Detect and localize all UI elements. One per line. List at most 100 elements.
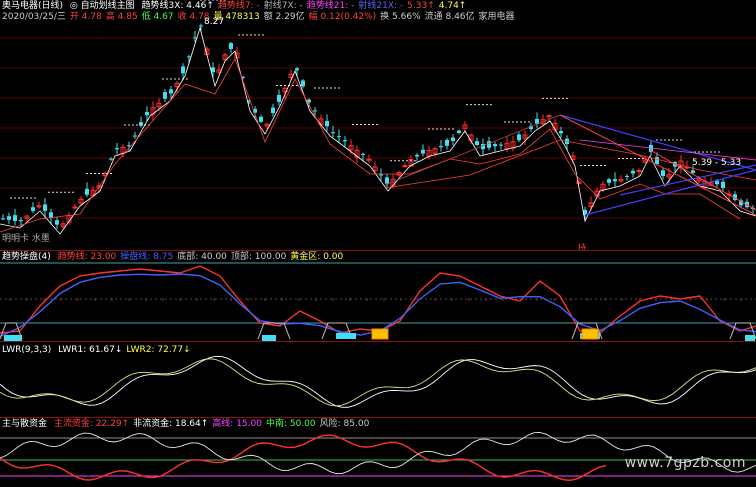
candle-body <box>366 158 372 161</box>
candle-body <box>295 68 299 71</box>
gold-zone-block <box>581 328 599 340</box>
candle-body <box>271 107 275 114</box>
lwr-header: LWR(9,3,3) LWR1: 61.67↓ LWR2: 72.77↓ <box>2 345 199 356</box>
candle-body <box>133 135 137 137</box>
candle-body <box>415 154 419 157</box>
legend-item: 趋势线21: - <box>306 1 355 11</box>
indicator-name: ◎ 自动划线主图 <box>69 1 135 11</box>
candle-body <box>109 158 113 160</box>
candle-body <box>277 94 281 102</box>
candle-body <box>163 92 167 99</box>
legend-item: LWR2: 72.77↓ <box>126 345 191 355</box>
trend-chart[interactable] <box>0 251 756 341</box>
candle-body <box>343 140 347 142</box>
legend-item: 非流资金: 18.64↑ <box>133 419 209 429</box>
candlestick-chart[interactable] <box>0 0 756 250</box>
legend-item: 趋势线: 23.00 <box>57 252 117 262</box>
legend-item: 射线21X: - <box>358 1 404 11</box>
candle-body <box>19 219 23 222</box>
candle-body <box>145 112 149 116</box>
candle-body <box>31 207 35 211</box>
candle-body <box>115 148 119 150</box>
legend-item: 家用电器 <box>478 12 515 22</box>
legend-item: 换 5.66% <box>380 12 421 22</box>
main-chart-panel[interactable]: 奥马电器(日线) ◎ 自动划线主图 趋势线3X: 4.46↑ 趋势线7: - 射线7… <box>0 0 756 252</box>
trend-line-3x <box>0 26 756 235</box>
candle-body <box>661 170 665 176</box>
candle-body <box>439 146 443 148</box>
bar-info-line: 2020/03/25/三开 4.78 高 4.85 低 4.67 收 4.78 量 47… <box>2 12 519 23</box>
candle-body <box>259 116 263 122</box>
legend-item: 额 2.29亿 <box>263 12 305 22</box>
candle-body <box>313 110 317 112</box>
candle-body <box>85 188 89 195</box>
legend-item: 风险: 85.00 <box>319 419 370 429</box>
bottom-zone-bar <box>336 333 356 339</box>
lwr-title: LWR(9,3,3) <box>2 345 52 355</box>
watermark: www.7gpzb.com <box>624 455 746 471</box>
candle-body <box>337 136 341 138</box>
candle-body <box>36 205 42 208</box>
candle-body <box>636 170 642 172</box>
candle-body <box>379 174 383 176</box>
main-capital-line <box>0 434 607 481</box>
candle-body <box>169 89 173 94</box>
price-high-label: 8.27 <box>204 17 225 27</box>
candle-body <box>331 132 335 134</box>
legend-item: 幅 0.12(0.42%) <box>308 12 377 22</box>
legend-item: 2020/03/25/三 <box>2 12 66 22</box>
capital-panel[interactable]: 主与散资金 主流资金: 22.29↑ 非流资金: 18.64↑ 高线: 15.00 中… <box>0 418 756 487</box>
candle-body <box>13 215 17 221</box>
candle-body <box>475 141 479 145</box>
legend-item: 高线: 15.00 <box>212 419 262 429</box>
legend-item: 黄金区: 0.00 <box>290 252 344 262</box>
candle-body <box>559 131 563 134</box>
lwr-panel[interactable]: LWR(9,3,3) LWR1: 61.67↓ LWR2: 72.77↓ <box>0 342 756 417</box>
gold-zone-block <box>371 328 389 340</box>
candle-body <box>7 216 11 220</box>
trend-title: 趋势操盘(4) <box>2 252 51 262</box>
candle-body <box>385 177 389 184</box>
candle-body <box>181 66 185 74</box>
candle-body <box>421 149 425 154</box>
candle-body <box>625 175 629 177</box>
operation-line <box>0 273 756 337</box>
legend-item: 开 4.78 <box>69 12 102 22</box>
candle-body <box>499 144 503 146</box>
candle-body <box>721 181 725 188</box>
candle-body <box>325 120 329 127</box>
candle-body <box>402 165 408 168</box>
candle-body <box>55 220 59 225</box>
candle-body <box>1 218 5 220</box>
candle-body <box>493 144 497 147</box>
candle-body <box>655 157 659 164</box>
candle-body <box>487 141 491 148</box>
legend-item: 射线7X: - <box>263 1 303 11</box>
legend-item: 趋势线3X: 4.46↑ <box>141 1 214 11</box>
legend-item: LWR1: 61.67↓ <box>58 345 123 355</box>
legend-item: 高 4.85 <box>105 12 138 22</box>
lwr2-line <box>0 358 756 407</box>
candle-body <box>361 153 365 155</box>
candle-body <box>187 56 191 58</box>
right-price-label: 5.39 - 5.33 <box>692 158 742 168</box>
trend-header: 趋势操盘(4) 趋势线: 23.00 操盘线: 8.75 底部: 40.00 顶部: … <box>2 252 351 263</box>
candle-body <box>631 170 635 174</box>
legend-item: 趋势线7: - <box>217 1 260 11</box>
capital-header: 主与散资金 主流资金: 22.29↑ 非流资金: 18.64↑ 高线: 15.00 中… <box>2 419 377 430</box>
trend-panel[interactable]: 趋势操盘(4) 趋势线: 23.00 操盘线: 8.75 底部: 40.00 顶部: … <box>0 251 756 341</box>
legend-item: 顶部: 100.00 <box>230 252 287 262</box>
candle-body <box>49 212 53 218</box>
legend-item: 低 4.67 <box>141 12 174 22</box>
legend-item: 流通 8.46亿 <box>424 12 475 22</box>
candle-body <box>457 130 461 133</box>
main-header: 奥马电器(日线) ◎ 自动划线主图 趋势线3X: 4.46↑ 趋势线7: - 射线7… <box>2 1 474 12</box>
legend-item: 底部: 40.00 <box>177 252 227 262</box>
candle-body <box>517 134 521 141</box>
stock-title: 奥马电器(日线) <box>2 1 64 11</box>
candle-body <box>691 170 695 173</box>
candle-body <box>607 179 611 183</box>
corner-label: 明明卡 水墨 <box>2 234 50 244</box>
lwr1-line <box>0 355 756 408</box>
legend-item: 中南: 50.00 <box>265 419 316 429</box>
